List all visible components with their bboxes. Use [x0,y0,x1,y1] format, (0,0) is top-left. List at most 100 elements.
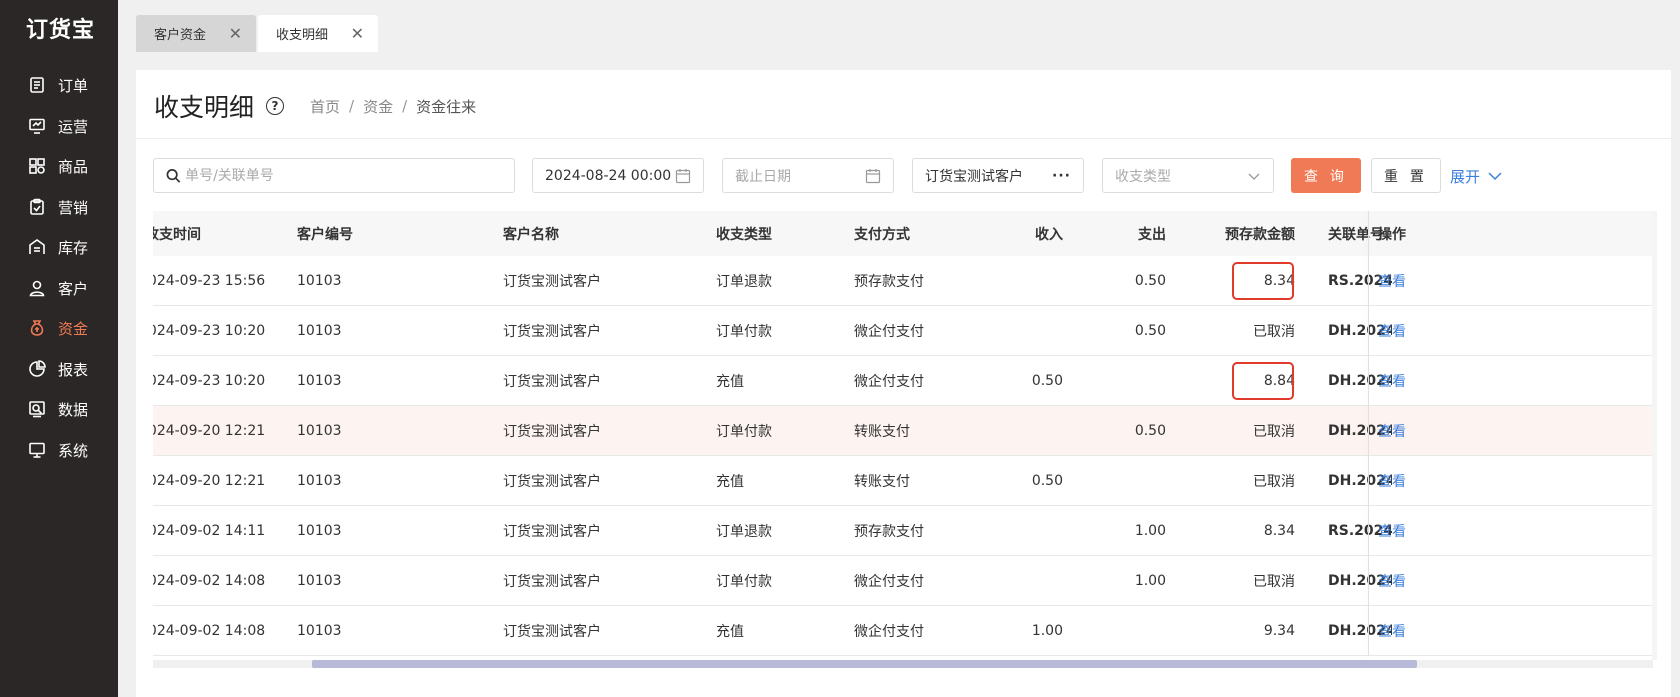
view-link[interactable]: 查看 [1378,471,1406,491]
cell-time: 2024-09-23 10:20 [153,322,266,339]
breadcrumb-current: 资金往来 [416,97,477,116]
sidebar-item-label: 库存 [58,238,89,257]
view-link[interactable]: 查看 [1378,321,1406,341]
cell-type: 订单付款 [716,423,772,440]
cell-type: 订单付款 [716,573,772,590]
view-link[interactable]: 查看 [1378,271,1406,291]
sidebar-item-label: 客户 [58,279,89,298]
search-input[interactable] [185,167,502,184]
scrollbar-thumb[interactable] [312,660,1417,668]
breadcrumb: 首页 / 资金 / 资金往来 [310,96,477,117]
cell-type: 订单退款 [716,273,772,290]
sidebar-item-5[interactable]: 客户 [0,268,118,308]
sidebar-item-label: 资金 [58,319,89,338]
cell-time: 2024-09-02 14:08 [153,622,266,639]
sidebar-item-4[interactable]: 库存 [0,227,118,267]
column-header-7: 预存款金额 [1225,226,1295,243]
cell-name: 订货宝测试客户 [503,623,601,640]
type-select[interactable]: 收支类型 [1102,158,1274,193]
warehouse-icon [28,238,46,256]
cell-type: 订单退款 [716,523,772,540]
view-link[interactable]: 查看 [1378,621,1406,641]
tab-bar: 客户资金 ✕ 收支明细 ✕ [118,0,1680,54]
sidebar-item-3[interactable]: 营销 [0,187,118,227]
table-row[interactable]: 2024-09-23 10:20 10103 订货宝测试客户 订单付款 微企付支付 0.5… [153,306,1653,356]
cell-income [993,306,1063,355]
sidebar-item-2[interactable]: 商品 [0,146,118,186]
goods-icon [28,157,46,175]
cell-method: 预存款支付 [854,523,924,540]
view-link[interactable]: 查看 [1378,421,1406,441]
sidebar-item-8[interactable]: 数据 [0,389,118,429]
cell-expense: 1.00 [1134,572,1166,589]
table-row[interactable]: 2024-09-02 14:11 10103 订货宝测试客户 订单退款 预存款支付 1.0… [153,506,1653,556]
vertical-scrollbar[interactable] [1652,211,1657,660]
table-row[interactable]: 2024-09-23 10:2010103订货宝测试客户充值微企付支付0.508… [153,356,1653,406]
cell-balance: 已取消 [1253,323,1295,340]
table-row[interactable]: 2024-09-02 14:08 10103 订货宝测试客户 充值 微企付支付 1.00 9… [153,606,1653,656]
table-row[interactable]: 2024-09-20 12:21 10103 订货宝测试客户 充值 转账支付 0.50 已取… [153,456,1653,506]
cell-op: 查看 [1378,606,1438,655]
cell-op: 查看 [1378,456,1438,505]
cell-op: 查看 [1378,306,1438,355]
cell-name: 订货宝测试客户 [503,273,601,290]
end-date-picker[interactable]: 截止日期 [722,158,894,193]
cell-expense: 1.00 [1134,522,1166,539]
cell-income: 1.00 [1031,622,1063,639]
cell-code: 10103 [297,622,342,639]
view-link[interactable]: 查看 [1378,521,1406,541]
more-icon[interactable]: ··· [1052,168,1071,184]
column-header-2: 客户名称 [503,226,559,243]
cell-expense [1096,456,1166,505]
cell-income [993,256,1063,305]
cell-income: 0.50 [1031,372,1063,389]
sidebar-item-1[interactable]: 运营 [0,106,118,146]
cell-balance: 已取消 [1253,573,1295,590]
cell-method: 微企付支付 [854,373,924,390]
cell-method: 微企付支付 [854,323,924,340]
user-icon [28,279,46,297]
cell-code: 10103 [297,322,342,339]
cell-method: 预存款支付 [854,273,924,290]
cell-code: 10103 [297,372,342,389]
fixed-column-divider [1368,211,1369,656]
view-link[interactable]: 查看 [1378,371,1406,391]
column-header-4: 支付方式 [854,226,910,243]
table-row[interactable]: 2024-09-23 15:56 10103 订货宝测试客户 订单退款 预存款支付 0.5… [153,256,1653,306]
column-header-1: 客户编号 [297,226,353,243]
close-icon[interactable]: ✕ [351,24,364,43]
tab-label: 收支明细 [276,28,329,43]
cell-method: 转账支付 [854,423,910,440]
reset-button[interactable]: 重 置 [1371,158,1441,193]
help-icon[interactable]: ? [266,97,285,115]
search-icon [166,168,181,183]
customer-select[interactable]: 订货宝测试客户 ··· [912,158,1084,193]
sidebar-item-label: 数据 [58,400,89,419]
view-link[interactable]: 查看 [1378,571,1406,591]
breadcrumb-funds[interactable]: 资金 [363,96,393,117]
highlight-outline [1232,362,1294,400]
breadcrumb-home[interactable]: 首页 [310,96,340,117]
tab-label: 客户资金 [154,28,207,43]
chevron-down-icon [1248,173,1260,180]
expand-toggle[interactable]: 展开 [1450,166,1502,187]
sidebar-item-label: 报表 [58,360,89,379]
cell-method: 微企付支付 [854,573,924,590]
sidebar-item-9[interactable]: 系统 [0,430,118,470]
table-row[interactable]: 2024-09-02 14:08 10103 订货宝测试客户 订单付款 微企付支付 1.0… [153,556,1653,606]
cell-balance: 已取消 [1253,423,1295,440]
tab-customer-funds[interactable]: 客户资金 ✕ [136,15,256,52]
horizontal-scrollbar[interactable] [153,660,1653,668]
sidebar-item-0[interactable]: 订单 [0,65,118,105]
sidebar-item-6[interactable]: 资金 [0,308,118,348]
sidebar-item-7[interactable]: 报表 [0,349,118,389]
cell-time: 2024-09-20 12:21 [153,472,266,489]
cell-name: 订货宝测试客户 [503,373,601,390]
close-icon[interactable]: ✕ [229,24,242,43]
tab-income-expense[interactable]: 收支明细 ✕ [258,15,378,52]
cell-type: 充值 [716,473,744,490]
start-date-picker[interactable]: 2024-08-24 00:00 [532,158,704,193]
monitor-icon [28,441,46,459]
table-row[interactable]: 2024-09-20 12:21 10103 订货宝测试客户 订单付款 转账支付 0.50… [153,406,1653,456]
query-button[interactable]: 查 询 [1291,158,1361,193]
